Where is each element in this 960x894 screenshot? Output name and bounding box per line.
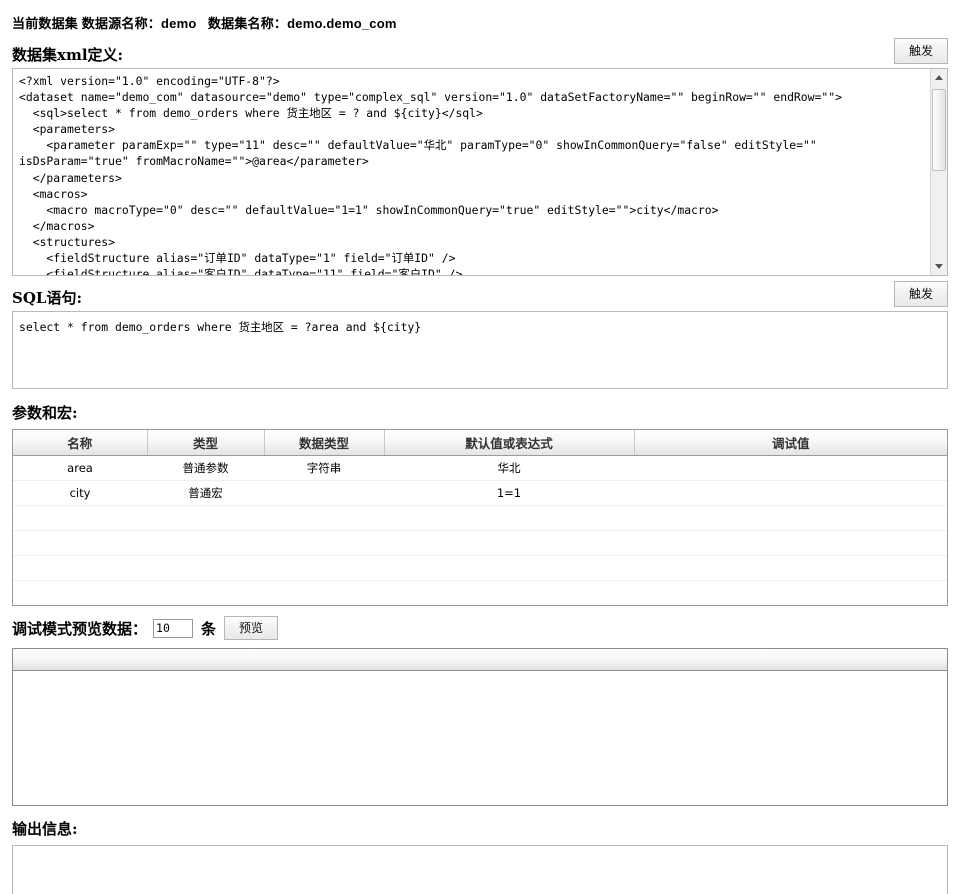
col-header-name[interactable]: 名称 xyxy=(13,430,148,456)
empty-cell[interactable] xyxy=(13,530,947,556)
preview-count-input[interactable] xyxy=(153,618,194,638)
cell-type[interactable]: 普通参数 xyxy=(147,455,264,481)
xml-trigger-button[interactable]: 触发 xyxy=(894,38,948,64)
table-row[interactable]: area 普通参数 字符串 华北 xyxy=(13,455,947,481)
sql-statement-content[interactable]: select * from demo_orders where 货主地区 = ?… xyxy=(13,312,947,336)
page-title: 当前数据集 数据源名称：demo 数据集名称：demo.demo_com xyxy=(12,16,397,31)
cell-debug[interactable] xyxy=(634,455,947,481)
cell-debug[interactable] xyxy=(634,480,947,506)
scroll-down-arrow-icon[interactable] xyxy=(931,258,947,275)
cell-type[interactable]: 普通宏 xyxy=(147,480,264,506)
params-table-header-row: 名称 类型 数据类型 默认值或表达式 调试值 xyxy=(13,430,947,456)
sql-section-header: SQL语句: 触发 xyxy=(12,281,948,311)
cell-default[interactable]: 华北 xyxy=(384,455,634,481)
xml-definition-textarea[interactable]: <?xml version="1.0" encoding="UTF-8"?> <… xyxy=(12,68,948,276)
preview-controls: 调试模式预览数据： 条 预览 xyxy=(12,613,948,643)
output-section-label: 输出信息: xyxy=(12,820,78,838)
output-info-content[interactable] xyxy=(13,846,947,854)
col-header-debug-value[interactable]: 调试值 xyxy=(634,430,947,456)
preview-data-grid[interactable] xyxy=(12,648,948,806)
empty-cell[interactable] xyxy=(13,555,947,581)
sql-statement-textarea[interactable]: select * from demo_orders where 货主地区 = ?… xyxy=(12,311,948,389)
scroll-up-arrow-icon[interactable] xyxy=(931,69,947,86)
preview-grid-body[interactable] xyxy=(13,671,947,805)
preview-grid-header[interactable] xyxy=(13,649,947,671)
empty-cell[interactable] xyxy=(13,580,947,605)
params-table: 名称 类型 数据类型 默认值或表达式 调试值 area 普通参数 字符串 华北 … xyxy=(13,430,947,605)
sql-section-label: SQL语句: xyxy=(12,289,82,307)
cell-name[interactable]: area xyxy=(13,455,147,481)
xml-definition-content[interactable]: <?xml version="1.0" encoding="UTF-8"?> <… xyxy=(13,69,935,275)
scrollbar-thumb[interactable] xyxy=(932,89,946,171)
table-row-empty[interactable] xyxy=(13,530,947,556)
col-header-type[interactable]: 类型 xyxy=(147,430,265,456)
preview-label: 调试模式预览数据： xyxy=(12,619,148,638)
sql-trigger-button[interactable]: 触发 xyxy=(894,281,948,307)
table-row-empty[interactable] xyxy=(13,505,947,531)
cell-data-type[interactable] xyxy=(264,480,384,506)
params-table-wrapper: 名称 类型 数据类型 默认值或表达式 调试值 area 普通参数 字符串 华北 … xyxy=(12,429,948,606)
col-header-data-type[interactable]: 数据类型 xyxy=(264,430,385,456)
empty-cell[interactable] xyxy=(13,505,947,531)
dataset-editor-page: 当前数据集 数据源名称：demo 数据集名称：demo.demo_com 数据集… xyxy=(0,0,960,894)
col-header-default-expression[interactable]: 默认值或表达式 xyxy=(384,430,635,456)
xml-section-header: 数据集xml定义: 触发 xyxy=(12,38,948,68)
table-row[interactable]: city 普通宏 1=1 xyxy=(13,480,947,506)
output-info-textarea[interactable] xyxy=(12,845,948,894)
params-section-label: 参数和宏: xyxy=(12,404,78,422)
table-row-empty[interactable] xyxy=(13,580,947,605)
cell-name[interactable]: city xyxy=(13,480,147,506)
preview-button[interactable]: 预览 xyxy=(224,616,279,640)
xml-section-label: 数据集xml定义: xyxy=(12,46,124,64)
preview-unit-label: 条 xyxy=(201,619,217,638)
xml-vertical-scrollbar[interactable] xyxy=(930,69,947,275)
cell-default[interactable]: 1=1 xyxy=(384,480,634,506)
table-row-empty[interactable] xyxy=(13,555,947,581)
cell-data-type[interactable]: 字符串 xyxy=(264,455,384,481)
